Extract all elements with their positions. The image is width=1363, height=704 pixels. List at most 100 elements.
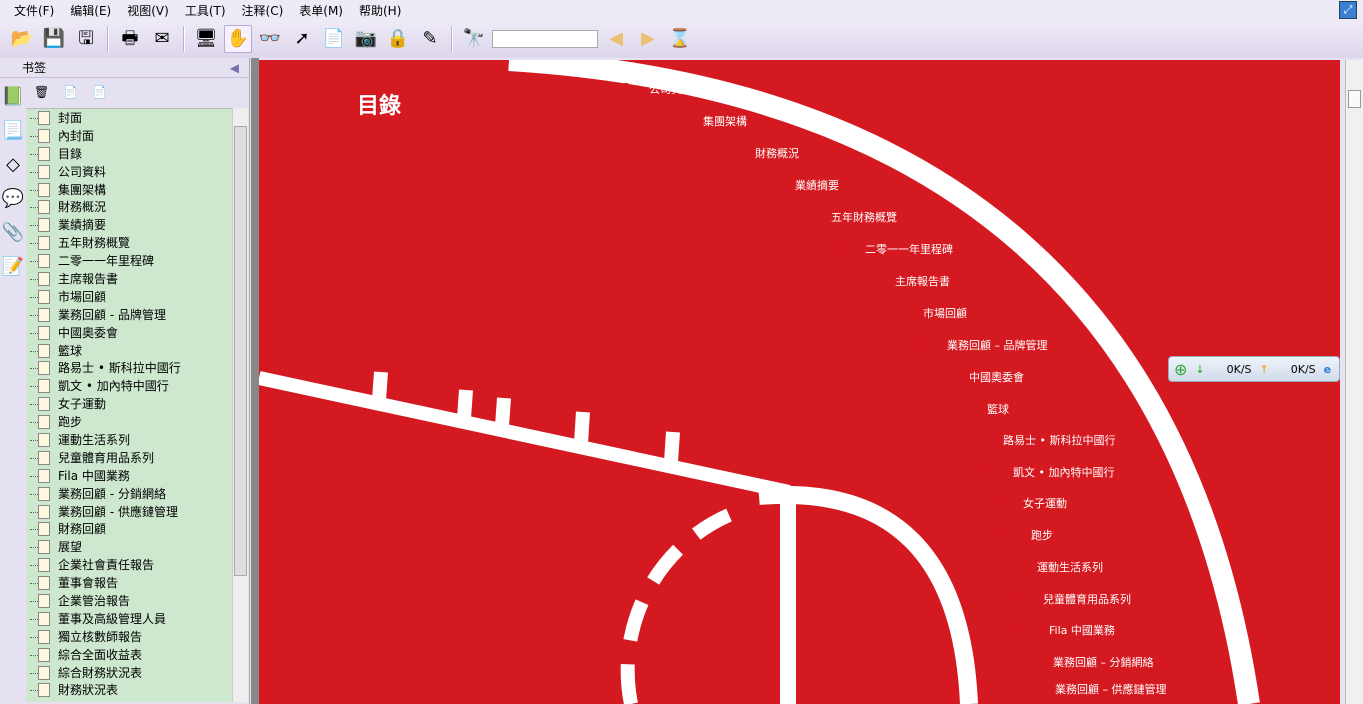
- bookmark-item[interactable]: 財務回顧: [26, 520, 232, 538]
- bookmark-item[interactable]: 封面: [26, 109, 232, 127]
- bookmark-item[interactable]: 目錄: [26, 145, 232, 163]
- menu-item[interactable]: 工具(T): [185, 2, 226, 19]
- toc-entry[interactable]: 36 運動生活系列: [989, 560, 1103, 576]
- toc-entry[interactable]: 31 凱文 • 加內特中國行: [965, 465, 1115, 481]
- toc-entry[interactable]: 32 女子運動: [975, 496, 1067, 512]
- bookmark-item[interactable]: 兒童體育用品系列: [26, 449, 232, 467]
- toc-entry[interactable]: 30 路易士 • 斯科拉中國行: [955, 433, 1116, 449]
- accelerator-icon[interactable]: ⊕: [1174, 360, 1187, 379]
- bookmark-item[interactable]: 綜合全面收益表: [26, 646, 232, 664]
- bookmark-panel: 书签 ◀ 🗑 📄 📄 📗 📃 ◇ 💬 📎 📝 封面 內封面 目錄 公司資料 集團架構 財務概…: [0, 58, 250, 704]
- menu-item[interactable]: 注释(C): [242, 2, 284, 19]
- bookmark-item[interactable]: 業務回顧 - 品牌管理: [26, 306, 232, 324]
- bookmark-item[interactable]: 獨立核數師報告: [26, 628, 232, 646]
- menu-item[interactable]: 表单(M): [299, 2, 343, 19]
- bookmark-item[interactable]: 中國奧委會: [26, 324, 232, 342]
- bookmark-item[interactable]: 業務回顧 - 供應鏈管理: [26, 503, 232, 521]
- toc-entry[interactable]: 42 Fila 中國業務: [1001, 623, 1115, 639]
- toc-entry[interactable]: 28 籃球: [939, 402, 1009, 418]
- layers-tab-icon[interactable]: ◇: [6, 156, 20, 174]
- bookmark-item[interactable]: 運動生活系列: [26, 431, 232, 449]
- toc-entry[interactable]: 18 市場回顧: [875, 306, 967, 322]
- network-speed-widget[interactable]: ⊕ ↓ 0K/S ↑ 0K/S e: [1168, 356, 1340, 382]
- bookmark-item[interactable]: 展望: [26, 538, 232, 556]
- menu-item[interactable]: 编辑(E): [70, 2, 111, 19]
- bookmark-page-icon: [30, 432, 50, 447]
- collapse-panel-icon[interactable]: ◀: [230, 61, 239, 75]
- menu-item[interactable]: 帮助(H): [359, 2, 401, 19]
- bookmark-item[interactable]: 財務狀況表: [26, 682, 232, 700]
- toc-title: Fila 中國業務: [1049, 624, 1115, 637]
- select-arrow-icon[interactable]: ➚: [288, 25, 316, 53]
- toc-entry[interactable]: 14 主席報告書: [847, 274, 950, 290]
- print-icon[interactable]: 🖶: [116, 25, 144, 53]
- signatures-tab-icon[interactable]: 📝: [2, 258, 24, 276]
- bookmark-item[interactable]: 跑步: [26, 413, 232, 431]
- panel-splitter[interactable]: [251, 58, 259, 704]
- toc-entry[interactable]: 8 五年財務概覽: [783, 210, 897, 226]
- toc-entry[interactable]: 7 業績摘要: [747, 178, 839, 194]
- bookmark-item[interactable]: 公司資料: [26, 163, 232, 181]
- toc-entry[interactable]: 34 跑步: [983, 528, 1053, 544]
- delete-bookmark-icon[interactable]: 🗑: [34, 85, 49, 99]
- full-screen-icon[interactable]: 🖥: [192, 25, 220, 53]
- save-icon[interactable]: 💾: [40, 25, 68, 53]
- bookmark-item[interactable]: 集團架構: [26, 181, 232, 199]
- zoom-glasses-icon[interactable]: 👓: [256, 25, 284, 53]
- email-icon[interactable]: ✉: [148, 25, 176, 53]
- attachments-tab-icon[interactable]: 📎: [2, 224, 24, 242]
- bookmark-item[interactable]: 二零一一年里程碑: [26, 252, 232, 270]
- bookmark-item[interactable]: 凱文 • 加內特中國行: [26, 377, 232, 395]
- menu-item[interactable]: 视图(V): [127, 2, 169, 19]
- add-bookmark-icon[interactable]: 📄: [63, 85, 78, 99]
- bookmark-item[interactable]: 內封面: [26, 127, 232, 145]
- bookmark-item[interactable]: 企業管治報告: [26, 592, 232, 610]
- toc-entry[interactable]: 3 集團架構: [655, 114, 747, 130]
- bookmark-scrollbar[interactable]: [232, 108, 248, 702]
- bookmark-item[interactable]: 綜合財務狀況表: [26, 664, 232, 682]
- typewriter-icon[interactable]: ⌛: [666, 25, 694, 53]
- find-binoculars-icon[interactable]: 🔭: [460, 25, 488, 53]
- snapshot-camera-icon[interactable]: 📷: [352, 25, 380, 53]
- bookmark-item[interactable]: 董事會報告: [26, 574, 232, 592]
- toc-entry[interactable]: 26 中國奧委會: [921, 370, 1024, 386]
- bookmark-item[interactable]: 董事及高級管理人員: [26, 610, 232, 628]
- find-next-icon[interactable]: ▶: [634, 25, 662, 53]
- bookmark-item[interactable]: 女子運動: [26, 395, 232, 413]
- bookmark-item[interactable]: 企業社會責任報告: [26, 556, 232, 574]
- bookmark-item[interactable]: 市場回顧: [26, 288, 232, 306]
- bookmark-item[interactable]: 主席報告書: [26, 270, 232, 288]
- bookmark-item[interactable]: 業績摘要: [26, 216, 232, 234]
- bookmark-item[interactable]: 籃球: [26, 342, 232, 360]
- menu-item[interactable]: 文件(F): [14, 2, 54, 19]
- toc-entry[interactable]: 38 兒童體育用品系列: [995, 592, 1131, 608]
- text-select-icon[interactable]: 📄: [320, 25, 348, 53]
- comments-tab-icon[interactable]: 💬: [2, 190, 24, 208]
- toc-entry[interactable]: 6 財務概況: [707, 146, 799, 162]
- toc-entry[interactable]: 44 業務回顧 – 分銷網絡: [1005, 655, 1154, 671]
- browser-icon[interactable]: e: [1324, 363, 1331, 376]
- move-bookmark-icon[interactable]: 📄: [92, 85, 107, 99]
- bookmark-item[interactable]: 業務回顧 - 分銷網絡: [26, 485, 232, 503]
- open-folder-icon[interactable]: 📂: [8, 25, 36, 53]
- bookmark-item[interactable]: 五年財務概覽: [26, 234, 232, 252]
- pages-tab-icon[interactable]: 📃: [2, 122, 24, 140]
- maximize-button[interactable]: ⤢: [1339, 1, 1357, 19]
- find-prev-icon[interactable]: ◀: [602, 25, 630, 53]
- bookmark-item[interactable]: Fila 中國業務: [26, 467, 232, 485]
- toc-entry[interactable]: 2 公司資料: [601, 82, 693, 98]
- toc-entry[interactable]: 20 業務回顧 – 品牌管理: [899, 338, 1048, 354]
- save-all-icon[interactable]: 🖫: [72, 25, 100, 53]
- bookmark-label: 集團架構: [58, 182, 107, 197]
- bookmarks-tab-icon[interactable]: 📗: [2, 88, 24, 106]
- sign-pen-icon[interactable]: ✎: [416, 25, 444, 53]
- toc-entry[interactable]: 10 二零一一年里程碑: [817, 242, 953, 258]
- toc-title: 跑步: [1031, 529, 1053, 542]
- page-scrollbar[interactable]: [1345, 60, 1363, 704]
- bookmark-item[interactable]: 財務概況: [26, 198, 232, 216]
- hand-tool-icon[interactable]: ✋: [224, 25, 252, 53]
- toc-entry[interactable]: 46 業務回顧 – 供應鏈管理: [1007, 682, 1167, 698]
- rms-lock-icon[interactable]: 🔒: [384, 25, 412, 53]
- bookmark-item[interactable]: 路易士 • 斯科拉中國行: [26, 359, 232, 377]
- search-input[interactable]: [492, 30, 598, 48]
